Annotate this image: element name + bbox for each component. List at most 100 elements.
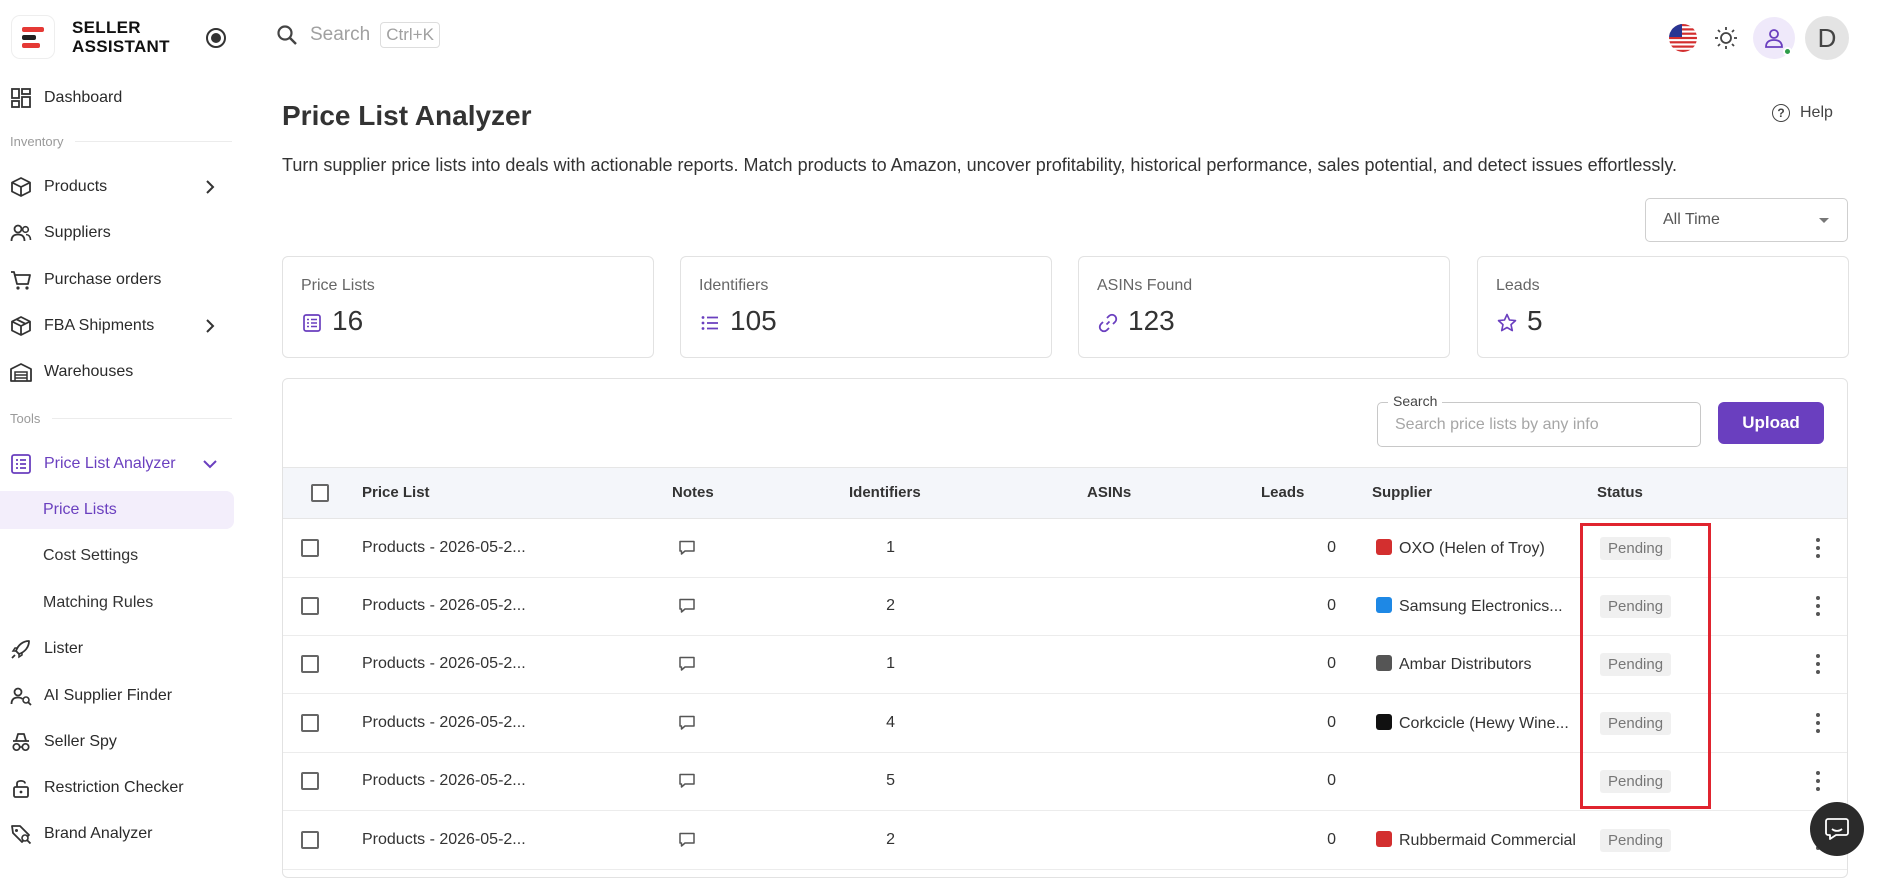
stat-value: 16 (332, 305, 364, 336)
supplier-cell[interactable]: Ambar Distributors (1376, 655, 1531, 674)
more-vertical-icon[interactable] (1815, 713, 1821, 735)
sidebar-toggle-icon[interactable] (206, 28, 226, 48)
stat-label: Price Lists (301, 277, 375, 294)
link-icon (1098, 313, 1118, 333)
more-vertical-icon[interactable] (1815, 596, 1821, 618)
more-vertical-icon[interactable] (1815, 538, 1821, 560)
row-checkbox[interactable] (301, 714, 319, 732)
sidebar-item-dashboard[interactable]: Dashboard (0, 78, 234, 118)
sidebar-item-restriction-checker[interactable]: Restriction Checker (0, 768, 234, 808)
chevron-right-icon[interactable] (200, 316, 220, 336)
table-search[interactable]: Search (1377, 393, 1701, 447)
chevron-right-icon[interactable] (200, 177, 220, 197)
comment-icon[interactable] (678, 773, 696, 789)
price-list-name[interactable]: Products - 2026-05-2... (362, 831, 526, 849)
row-checkbox[interactable] (301, 597, 319, 615)
ambar-logo-icon (1376, 655, 1392, 671)
sidebar-item-lister[interactable]: Lister (0, 629, 234, 669)
account-button[interactable] (1753, 17, 1795, 59)
rubbermaid-logo-icon (1376, 831, 1392, 847)
row-checkbox[interactable] (301, 831, 319, 849)
list-document-icon (8, 451, 34, 477)
row-checkbox[interactable] (301, 539, 319, 557)
column-header-notes[interactable]: Notes (672, 484, 714, 501)
star-icon (1497, 313, 1517, 332)
sidebar-item-purchase-orders[interactable]: Purchase orders (0, 260, 234, 300)
avatar[interactable]: D (1805, 16, 1849, 60)
global-search[interactable]: Search Ctrl+K (276, 22, 440, 48)
table-row[interactable]: Products - 2026-05-2... 2 0 Rubbermaid Comm… (283, 812, 1847, 870)
upload-button[interactable]: Upload (1718, 402, 1824, 444)
supplier-cell[interactable]: OXO (Helen of Troy) (1376, 539, 1545, 558)
comment-icon[interactable] (678, 715, 696, 731)
supplier-cell[interactable]: Corkcicle (Hewy Wine... (1376, 714, 1569, 733)
brand[interactable]: SELLER ASSISTANT (12, 16, 170, 58)
leads-count: 0 (1327, 714, 1336, 731)
theme-toggle-icon[interactable] (1713, 25, 1739, 51)
row-checkbox[interactable] (301, 655, 319, 673)
supplier-cell[interactable]: Samsung Electronics... (1376, 597, 1563, 616)
column-header-leads[interactable]: Leads (1261, 484, 1304, 501)
cart-icon (8, 267, 34, 293)
price-list-name[interactable]: Products - 2026-05-2... (362, 772, 526, 790)
sidebar-item-fba-shipments[interactable]: FBA Shipments (0, 306, 234, 346)
sidebar-item-price-lists[interactable]: Price Lists (0, 491, 234, 529)
sidebar-item-ai-supplier-finder[interactable]: AI Supplier Finder (0, 676, 234, 716)
stat-card-leads: Leads 5 (1477, 256, 1849, 358)
sidebar-item-matching-rules[interactable]: Matching Rules (0, 584, 234, 622)
sidebar-item-products[interactable]: Products (0, 167, 234, 207)
select-all-checkbox[interactable] (311, 484, 329, 502)
chat-launcher-button[interactable] (1810, 802, 1864, 856)
section-label: Tools (10, 411, 41, 426)
sidebar-item-label: Restriction Checker (44, 779, 184, 796)
online-status-dot (1783, 47, 1792, 56)
identifiers-count: 2 (886, 597, 895, 614)
column-header-identifiers[interactable]: Identifiers (849, 484, 921, 501)
section-label: Inventory (10, 134, 64, 149)
sidebar-item-price-list-analyzer[interactable]: Price List Analyzer (0, 444, 234, 484)
us-flag-icon[interactable] (1669, 24, 1697, 52)
column-header-status[interactable]: Status (1597, 484, 1643, 501)
column-header-asins[interactable]: ASINs (1087, 484, 1131, 501)
period-select[interactable]: All Time (1645, 198, 1848, 242)
sidebar-item-suppliers[interactable]: Suppliers (0, 213, 234, 253)
comment-icon[interactable] (678, 540, 696, 556)
identifiers-count: 1 (886, 655, 895, 672)
comment-icon[interactable] (678, 832, 696, 848)
comment-icon[interactable] (678, 598, 696, 614)
price-list-name[interactable]: Products - 2026-05-2... (362, 597, 526, 615)
user-icon (1765, 29, 1783, 48)
price-list-name[interactable]: Products - 2026-05-2... (362, 655, 526, 673)
dashboard-icon (8, 85, 34, 111)
rocket-icon (8, 636, 34, 662)
sidebar-item-cost-settings[interactable]: Cost Settings (0, 537, 234, 575)
chat-icon (1825, 818, 1849, 840)
column-header-supplier[interactable]: Supplier (1372, 484, 1432, 501)
sidebar-item-brand-analyzer[interactable]: Brand Analyzer (0, 814, 234, 854)
sidebar-item-label: Matching Rules (43, 594, 154, 611)
page-description: Turn supplier price lists into deals wit… (282, 155, 1678, 175)
sidebar-item-seller-spy[interactable]: Seller Spy (0, 722, 234, 762)
comment-icon[interactable] (678, 656, 696, 672)
corkcicle-logo-icon (1376, 714, 1392, 730)
identifiers-count: 4 (886, 714, 895, 731)
samsung-logo-icon (1376, 597, 1392, 613)
row-checkbox[interactable] (301, 772, 319, 790)
more-vertical-icon[interactable] (1815, 654, 1821, 676)
spy-icon (8, 729, 34, 755)
chevron-down-icon[interactable] (200, 454, 220, 474)
brand-line2: ASSISTANT (72, 37, 170, 56)
stat-value: 105 (730, 305, 777, 336)
supplier-name: OXO (Helen of Troy) (1399, 540, 1545, 557)
stat-label: ASINs Found (1097, 277, 1193, 294)
supplier-cell[interactable]: Rubbermaid Commercial (1376, 831, 1576, 850)
price-list-name[interactable]: Products - 2026-05-2... (362, 714, 526, 732)
price-list-name[interactable]: Products - 2026-05-2... (362, 539, 526, 557)
help-button[interactable]: ? Help (1772, 104, 1833, 122)
sidebar-item-warehouses[interactable]: Warehouses (0, 352, 234, 392)
more-vertical-icon[interactable] (1815, 771, 1821, 793)
leads-count: 0 (1327, 539, 1336, 556)
search-input[interactable] (1379, 404, 1699, 445)
stat-label: Identifiers (699, 277, 769, 294)
column-header-price-list[interactable]: Price List (362, 484, 430, 501)
